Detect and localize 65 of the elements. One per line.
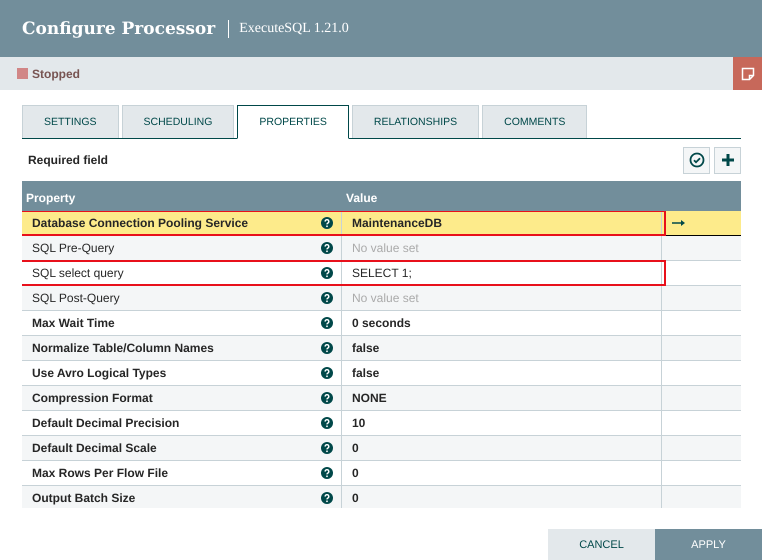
property-row[interactable]: Max Wait Time 0 seconds (22, 311, 741, 336)
property-row[interactable]: SQL Pre-Query No value set (22, 236, 741, 261)
property-row[interactable]: Normalize Table/Column Names false (22, 336, 741, 361)
add-property-button[interactable] (714, 146, 741, 174)
help-icon[interactable] (321, 392, 333, 404)
help-icon[interactable] (321, 217, 333, 229)
property-value[interactable]: 0 (352, 441, 359, 455)
property-value[interactable]: NONE (352, 391, 387, 405)
property-name: SQL Post-Query (32, 291, 120, 305)
property-row[interactable]: Compression Format NONE (22, 386, 741, 411)
help-icon[interactable] (321, 492, 333, 504)
required-field-note: Required field (28, 153, 108, 167)
help-icon[interactable] (321, 242, 333, 254)
property-value[interactable]: false (352, 341, 380, 355)
tab[interactable]: SETTINGS (22, 105, 119, 138)
property-name: Default Decimal Precision (32, 416, 180, 430)
help-icon[interactable] (321, 292, 333, 304)
help-icon[interactable] (321, 317, 333, 329)
plus-icon (720, 153, 734, 167)
dialog-title: Configure Processor (22, 18, 216, 38)
property-row[interactable]: Default Decimal Scale 0 (22, 436, 741, 461)
property-name: Max Wait Time (32, 316, 115, 330)
cancel-button[interactable]: CANCEL (548, 529, 655, 560)
help-icon[interactable] (321, 367, 333, 379)
property-row[interactable]: Max Rows Per Flow File 0 (22, 461, 741, 486)
column-header: Value (345, 190, 378, 207)
property-value[interactable]: 10 (352, 416, 366, 430)
property-name: SQL select query (32, 266, 124, 280)
property-name: Max Rows Per Flow File (32, 466, 168, 480)
property-value[interactable]: 0 seconds (352, 316, 411, 330)
arrow-right-icon[interactable] (672, 219, 686, 227)
property-value[interactable]: MaintenanceDB (352, 216, 442, 230)
help-icon[interactable] (321, 417, 333, 429)
help-icon[interactable] (321, 342, 333, 354)
property-value[interactable]: SELECT 1; (352, 266, 412, 280)
tab[interactable]: COMMENTS (482, 105, 588, 138)
property-name: Database Connection Pooling Service (32, 216, 248, 230)
verify-button[interactable] (683, 146, 710, 174)
tab[interactable]: PROPERTIES (237, 105, 349, 139)
property-name: Compression Format (32, 391, 153, 405)
property-name: Output Batch Size (32, 491, 136, 505)
tab[interactable]: RELATIONSHIPS (352, 105, 480, 138)
property-value[interactable]: 0 (352, 491, 359, 505)
property-row[interactable]: SQL Post-Query No value set (22, 286, 741, 311)
help-icon[interactable] (321, 467, 333, 479)
column-header: Property (25, 190, 76, 207)
note-icon (740, 66, 754, 80)
help-icon[interactable] (321, 442, 333, 454)
property-row[interactable]: Default Decimal Precision 10 (22, 411, 741, 436)
property-name: Use Avro Logical Types (32, 366, 166, 380)
property-name: SQL Pre-Query (32, 241, 114, 255)
property-row[interactable]: Database Connection Pooling Service MaintenanceDB (22, 211, 741, 236)
property-name: Normalize Table/Column Names (32, 341, 214, 355)
tab[interactable]: SCHEDULING (122, 105, 234, 138)
processor-version: ExecuteSQL 1.21.0 (239, 20, 349, 36)
help-icon[interactable] (321, 267, 333, 279)
property-row[interactable]: Output Batch Size 0 (22, 486, 741, 508)
status-label: Stopped (32, 66, 80, 80)
property-row[interactable]: SQL select query SELECT 1; (22, 261, 741, 286)
note-button[interactable] (733, 57, 762, 90)
check-circle-icon (688, 152, 704, 168)
property-value[interactable]: false (352, 366, 380, 380)
property-name: Default Decimal Scale (32, 441, 157, 455)
property-value[interactable]: 0 (352, 466, 359, 480)
property-row[interactable]: Use Avro Logical Types false (22, 361, 741, 386)
